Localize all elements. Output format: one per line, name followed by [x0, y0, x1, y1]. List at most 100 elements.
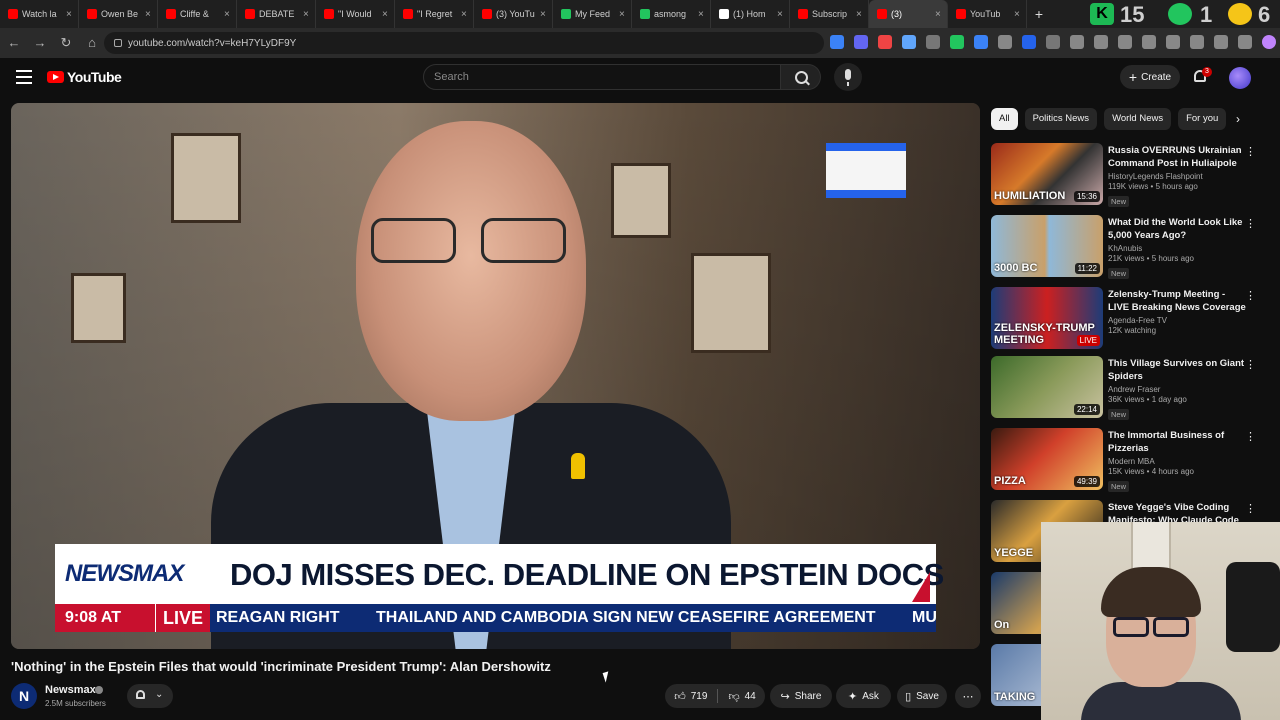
extension-icon[interactable]	[1238, 35, 1252, 49]
chip-all[interactable]: All	[991, 108, 1018, 130]
more-vertical-icon[interactable]: ⋮	[1245, 502, 1256, 515]
video-title[interactable]: This Village Survives on Giant Spiders	[1108, 357, 1248, 383]
browser-tab[interactable]: YouTub ×	[948, 0, 1027, 28]
thumbs-down-icon[interactable]: 👎︎	[728, 690, 739, 703]
video-thumbnail[interactable]: 3000 BC 11:22	[991, 215, 1103, 277]
channel-name[interactable]: Newsmax	[45, 684, 96, 696]
extension-icon[interactable]	[854, 35, 868, 49]
recommended-video[interactable]: 3000 BC 11:22 What Did the World Look Like…	[991, 215, 1263, 279]
recommended-video[interactable]: PIZZA 49:39 The Immortal Business of Pizze…	[991, 428, 1263, 492]
close-icon[interactable]: ×	[856, 9, 864, 20]
browser-tab[interactable]: DEBATE ×	[237, 0, 316, 28]
more-vertical-icon[interactable]: ⋮	[1245, 430, 1256, 443]
save-button[interactable]: ▯ Save	[897, 684, 947, 708]
close-icon[interactable]: ×	[145, 9, 153, 20]
channel-name[interactable]: HistoryLegends Flashpoint	[1108, 172, 1248, 181]
browser-tab[interactable]: My Feed ×	[553, 0, 632, 28]
recommended-video[interactable]: HUMILIATION 15:36 Russia OVERRUNS Ukrainia…	[991, 143, 1263, 207]
share-button[interactable]: ↪ Share	[770, 684, 832, 708]
extension-icon[interactable]	[974, 35, 988, 49]
browser-tab[interactable]: "I Regret ×	[395, 0, 474, 28]
video-title[interactable]: Zelensky-Trump Meeting - LIVE Breaking N…	[1108, 288, 1248, 314]
ask-button[interactable]: ✦ Ask	[836, 684, 891, 708]
reload-icon[interactable]: ↻	[54, 31, 78, 55]
youtube-logo[interactable]: YouTube	[47, 69, 122, 85]
new-tab-button[interactable]: +	[1027, 6, 1051, 22]
more-vertical-icon[interactable]: ⋮	[1245, 289, 1256, 302]
home-icon[interactable]: ⌂	[80, 31, 104, 55]
close-icon[interactable]: ×	[66, 9, 74, 20]
recommended-video[interactable]: ZELENSKY-TRUMP MEETING LIVE Zelensky-Trump…	[991, 287, 1263, 351]
extension-icon[interactable]	[1118, 35, 1132, 49]
video-thumbnail[interactable]: HUMILIATION 15:36	[991, 143, 1103, 205]
chip-for-you[interactable]: For you	[1178, 108, 1227, 130]
subscription-bell-button[interactable]: ⌄	[127, 684, 173, 708]
chevron-right-icon[interactable]: ›	[1236, 112, 1240, 126]
more-vertical-icon[interactable]: ⋮	[1245, 217, 1256, 230]
channel-avatar[interactable]: N	[11, 683, 37, 709]
channel-name[interactable]: Andrew Fraser	[1108, 385, 1248, 394]
create-button[interactable]: + Create	[1120, 65, 1180, 89]
extension-icon[interactable]	[1022, 35, 1036, 49]
close-icon[interactable]: ×	[382, 9, 390, 20]
browser-tab[interactable]: Cliffe & ×	[158, 0, 237, 28]
play-extension-icon[interactable]	[1168, 3, 1192, 25]
k-extension-icon[interactable]: K	[1090, 3, 1114, 25]
extension-icon[interactable]	[1046, 35, 1060, 49]
extension-icon[interactable]	[1094, 35, 1108, 49]
extension-icon[interactable]	[1166, 35, 1180, 49]
back-icon[interactable]: ←	[2, 31, 26, 55]
extension-icon[interactable]	[1142, 35, 1156, 49]
browser-tab[interactable]: Subscrip ×	[790, 0, 869, 28]
close-icon[interactable]: ×	[224, 9, 232, 20]
close-icon[interactable]: ×	[619, 9, 627, 20]
extension-icon[interactable]	[878, 35, 892, 49]
extension-icon[interactable]	[998, 35, 1012, 49]
browser-tab[interactable]: Owen Be ×	[79, 0, 158, 28]
microphone-icon[interactable]	[834, 63, 862, 91]
close-icon[interactable]: ×	[461, 9, 469, 20]
video-title[interactable]: Russia OVERRUNS Ukrainian Command Post i…	[1108, 144, 1248, 170]
notifications-button[interactable]: 3	[1192, 67, 1212, 87]
like-count[interactable]: 719	[691, 691, 708, 702]
chip-world-news[interactable]: World News	[1104, 108, 1172, 130]
video-thumbnail[interactable]: 22:14	[991, 356, 1103, 418]
site-info-icon[interactable]	[114, 39, 122, 47]
close-icon[interactable]: ×	[540, 9, 548, 20]
channel-name[interactable]: Modern MBA	[1108, 457, 1248, 466]
search-input[interactable]: Search	[423, 64, 781, 90]
browser-tab[interactable]: Watch la ×	[0, 0, 79, 28]
face-extension-icon[interactable]	[1228, 3, 1252, 25]
video-title[interactable]: The Immortal Business of Pizzerias	[1108, 429, 1248, 455]
thumbs-up-icon[interactable]: 👍︎	[674, 690, 686, 703]
chip-politics-news[interactable]: Politics News	[1024, 108, 1098, 130]
extension-icon[interactable]	[1070, 35, 1084, 49]
search-icon[interactable]	[781, 64, 821, 90]
video-player[interactable]: NEWSMAX DOJ MISSES DEC. DEADLINE ON EPST…	[11, 103, 980, 649]
channel-name[interactable]: Agenda-Free TV	[1108, 316, 1248, 325]
hamburger-menu-icon[interactable]	[16, 70, 32, 84]
forward-icon[interactable]: →	[28, 31, 52, 55]
browser-tab[interactable]: asmong ×	[632, 0, 711, 28]
close-icon[interactable]: ×	[777, 9, 785, 20]
channel-name[interactable]: KhAnubis	[1108, 244, 1248, 253]
close-icon[interactable]: ×	[303, 9, 311, 20]
browser-tab[interactable]: (3) ×	[869, 0, 948, 28]
url-field[interactable]: youtube.com/watch?v=keH7YLyDF9Y	[104, 32, 824, 54]
video-thumbnail[interactable]: ZELENSKY-TRUMP MEETING LIVE	[991, 287, 1103, 349]
extension-icon[interactable]	[926, 35, 940, 49]
close-icon[interactable]: ×	[698, 9, 706, 20]
more-vertical-icon[interactable]: ⋮	[1245, 145, 1256, 158]
extension-icon[interactable]	[1190, 35, 1204, 49]
extension-icon[interactable]	[1214, 35, 1228, 49]
browser-tab[interactable]: (3) YouTu ×	[474, 0, 553, 28]
close-icon[interactable]: ×	[1014, 9, 1022, 20]
close-icon[interactable]: ×	[935, 9, 943, 20]
recommended-video[interactable]: 22:14 This Village Survives on Giant Spid…	[991, 356, 1263, 420]
video-thumbnail[interactable]: PIZZA 49:39	[991, 428, 1103, 490]
profile-avatar-icon[interactable]	[1262, 35, 1276, 49]
extension-icon[interactable]	[902, 35, 916, 49]
extension-icon[interactable]	[830, 35, 844, 49]
video-title[interactable]: What Did the World Look Like 5,000 Years…	[1108, 216, 1248, 242]
account-avatar[interactable]	[1229, 67, 1251, 89]
